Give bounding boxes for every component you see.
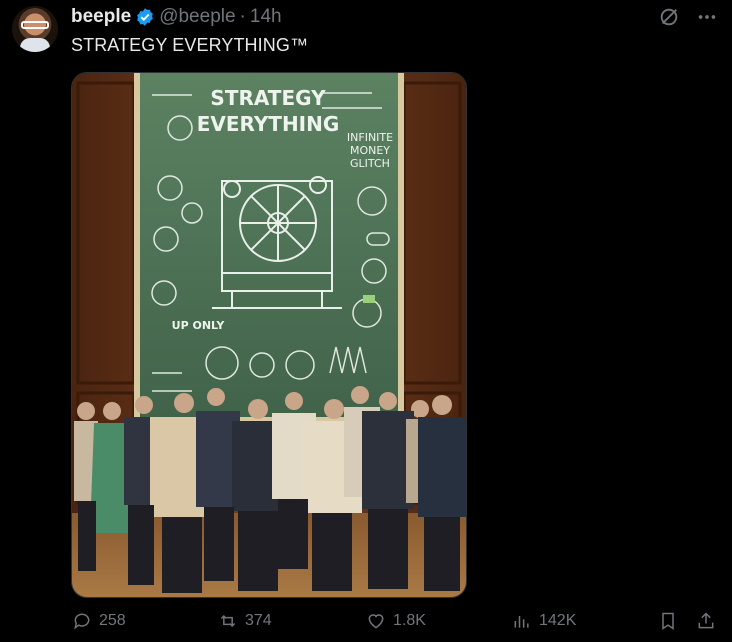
views-icon (514, 616, 529, 628)
board-title-line1: STRATEGY (210, 86, 326, 110)
author-name[interactable]: beeple (71, 6, 131, 28)
repost-count: 374 (245, 612, 272, 629)
note-line3: GLITCH (350, 157, 390, 170)
timestamp[interactable]: 14h (250, 6, 282, 28)
share-icon (698, 612, 714, 629)
reply-count: 258 (99, 612, 126, 629)
more-icon[interactable] (696, 6, 718, 33)
like-button[interactable]: 1.8K (366, 611, 426, 631)
verified-badge-icon (135, 7, 155, 27)
like-count: 1.8K (393, 612, 426, 629)
reply-icon (74, 613, 90, 630)
separator-dot: · (239, 6, 246, 27)
grok-icon[interactable] (658, 6, 680, 33)
tweet-text: STRATEGY EVERYTHING™ (71, 35, 309, 55)
avatar-shirt (20, 38, 50, 52)
avatar[interactable] (12, 6, 58, 52)
board-title-line2: EVERYTHING (197, 112, 340, 136)
repost-button[interactable]: 374 (218, 611, 272, 631)
views-count: 142K (539, 612, 577, 629)
top-right-controls (658, 6, 718, 33)
tweet: beeple @beeple · 14h STRATEGY EVERYTHING… (0, 0, 732, 642)
note-line2: MONEY (350, 144, 390, 157)
bookmark-icon (662, 612, 674, 630)
bookmark-button[interactable] (658, 611, 678, 631)
chalkboard-illustration: STRATEGY EVERYTHING INFINITE MONEY GLITC… (72, 73, 466, 597)
action-bar: 258 374 1.8K 142K (72, 611, 722, 637)
views-button[interactable]: 142K (512, 611, 576, 631)
like-icon (368, 614, 384, 629)
reply-button[interactable]: 258 (72, 611, 126, 631)
avatar-glasses (21, 21, 49, 29)
share-button[interactable] (696, 611, 716, 631)
note-line1: INFINITE (347, 131, 393, 144)
repost-icon (220, 614, 236, 628)
tweet-media-image[interactable]: STRATEGY EVERYTHING INFINITE MONEY GLITC… (71, 72, 467, 598)
author-handle[interactable]: @beeple (159, 6, 235, 28)
tweet-header: beeple @beeple · 14h (71, 6, 282, 28)
note-bottom: UP ONLY (172, 319, 226, 332)
